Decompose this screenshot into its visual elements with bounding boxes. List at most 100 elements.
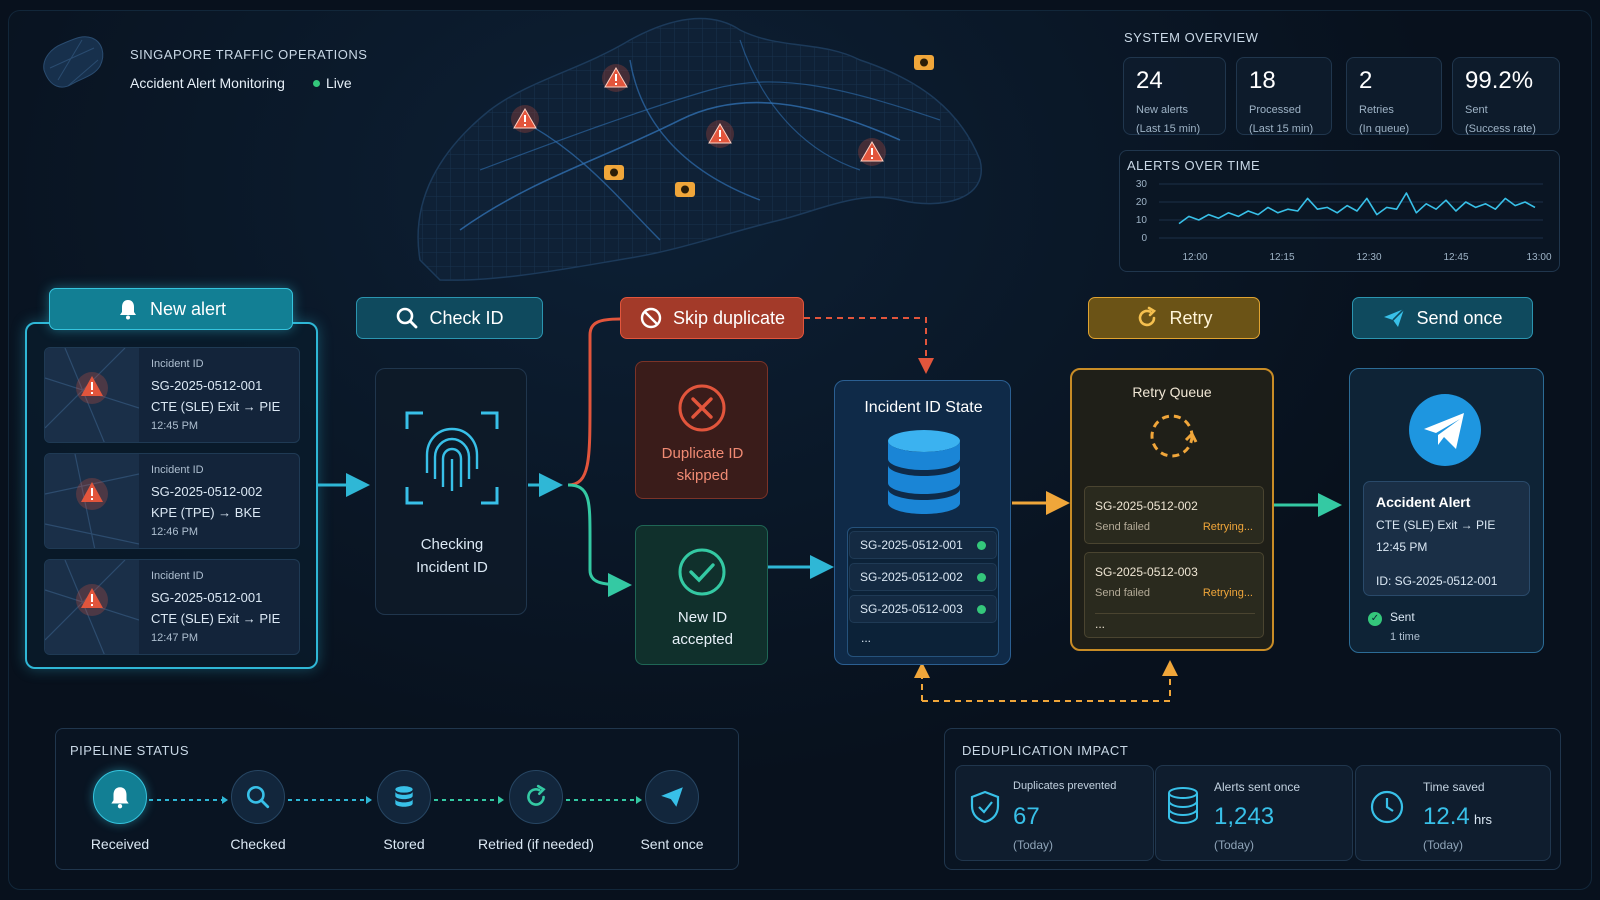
incident-thumbnail [45, 560, 140, 654]
send-once-label: Send once [1416, 307, 1503, 328]
pipeline-step-received[interactable] [93, 770, 147, 824]
stat-label: Retries [1359, 104, 1394, 116]
alerts-over-time-chart: 30 20 10 0 12:00 12:15 12:30 12:45 13:00 [1136, 179, 1552, 263]
shield-check-icon [970, 790, 1000, 824]
stat-value: 24 [1136, 67, 1163, 94]
incident-key: Incident ID [151, 358, 204, 370]
warning-icon [858, 138, 886, 166]
pipeline-step-sent[interactable] [645, 770, 699, 824]
dedup-label: Time saved [1423, 780, 1485, 794]
dedup-sent-once-card: Alerts sent once 1,243 (Today) [1155, 765, 1353, 861]
retry-button[interactable]: Retry [1088, 297, 1260, 339]
new-alert-label: New alert [149, 298, 227, 319]
dedup-value: 12.4 [1423, 803, 1470, 830]
warning-icon [706, 120, 734, 148]
state-row-1[interactable]: SG-2025-0512-001 [849, 531, 997, 559]
search-icon [246, 785, 270, 809]
system-overview-title: SYSTEM OVERVIEW [1124, 30, 1259, 45]
check-id-button[interactable]: Check ID [356, 297, 543, 339]
sent-count: 1 time [1390, 631, 1420, 643]
camera-icon [604, 165, 624, 180]
series-line [1178, 192, 1536, 225]
pipeline-step-retried[interactable] [509, 770, 563, 824]
stat-new-alerts: 24 New alerts (Last 15 min) [1123, 57, 1226, 135]
new-id-accepted-card: New ID accepted [635, 525, 768, 665]
warning-icon [45, 454, 140, 548]
stat-retries: 2 Retries (In queue) [1346, 57, 1442, 135]
fingerprint-icon [405, 411, 499, 505]
incident-thumbnail [45, 348, 140, 442]
checking-line-2: Incident ID [416, 559, 488, 576]
search-icon [397, 307, 418, 329]
pipeline-step-stored[interactable] [377, 770, 431, 824]
retry-queue-panel: Retry Queue SG-2025-0512-002 Send failed… [1070, 368, 1274, 651]
x-tick-label: 12:30 [1356, 252, 1381, 263]
map-warning-marker-4[interactable] [857, 137, 887, 167]
dedup-time-saved-card: Time saved 12.4 hrs (Today) [1355, 765, 1551, 861]
map-camera-marker-2[interactable] [603, 162, 625, 182]
accepted-line-1: New ID [677, 609, 728, 626]
status-dot-icon [977, 604, 986, 614]
accepted-text: New ID accepted [636, 607, 769, 651]
incident-id: SG-2025-0512-002 [151, 484, 263, 499]
stat-processed: 18 Processed (Last 15 min) [1236, 57, 1332, 135]
retry-item-id: SG-2025-0512-003 [1095, 565, 1198, 579]
state-row-id: SG-2025-0512-003 [860, 602, 963, 616]
message-title: Accident Alert [1376, 494, 1471, 510]
map-warning-marker-3[interactable] [705, 119, 735, 149]
stat-value: 2 [1359, 67, 1373, 94]
camera-icon [914, 55, 934, 70]
message-card[interactable]: Accident Alert CTE (SLE) Exit → PIE 12:4… [1363, 481, 1530, 596]
pipeline-step-checked[interactable] [231, 770, 285, 824]
stat-sent: 99.2% Sent (Success rate) [1452, 57, 1560, 135]
pipeline-label-retried: Retried (if needed) [478, 836, 594, 852]
refresh-icon [1139, 306, 1157, 327]
dedup-value: 1,243 [1214, 803, 1275, 830]
check-id-label: Check ID [429, 307, 504, 328]
checking-incident-panel: Checking Incident ID [375, 368, 527, 615]
live-label: Live [326, 75, 352, 91]
duplicate-text: Duplicate ID skipped [636, 443, 769, 487]
state-row-3[interactable]: SG-2025-0512-003 [849, 595, 997, 623]
singapore-map [417, 17, 983, 281]
incident-state-title: Incident ID State [864, 399, 983, 416]
send-once-button[interactable]: Send once [1352, 297, 1533, 339]
clock-icon [1370, 790, 1404, 824]
bell-icon [119, 300, 136, 320]
retry-item-1[interactable]: SG-2025-0512-002 Send failed Retrying... [1084, 486, 1264, 544]
pipeline-label-checked: Checked [230, 836, 286, 852]
header-title: SINGAPORE TRAFFIC OPERATIONS [130, 47, 368, 62]
y-tick-label: 10 [1136, 215, 1148, 226]
state-row-2[interactable]: SG-2025-0512-002 [849, 563, 997, 591]
incident-route: CTE (SLE) Exit → PIE [151, 611, 281, 626]
map-camera-marker-3[interactable] [674, 179, 696, 199]
warning-icon [511, 105, 539, 133]
retry-item-status: Send failed [1095, 587, 1151, 599]
retry-item-id: SG-2025-0512-002 [1095, 499, 1198, 513]
map-warning-marker-1[interactable] [510, 104, 540, 134]
incident-card-1[interactable]: Incident ID SG-2025-0512-001 CTE (SLE) E… [44, 347, 300, 443]
x-tick-label: 13:00 [1526, 252, 1551, 263]
incident-card-2[interactable]: Incident ID SG-2025-0512-002 KPE (TPE) →… [44, 453, 300, 549]
dedup-label: Duplicates prevented [1013, 780, 1117, 792]
duplicate-line-1: Duplicate ID [661, 445, 744, 462]
retry-queue-title: Retry Queue [1132, 384, 1212, 400]
dedup-value: 67 [1013, 803, 1040, 830]
map-camera-marker-1[interactable] [913, 52, 935, 72]
retry-more: ... [1095, 617, 1106, 631]
incident-card-3[interactable]: Incident ID SG-2025-0512-001 CTE (SLE) E… [44, 559, 300, 655]
telegram-icon [1409, 394, 1481, 466]
retry-item-2[interactable]: SG-2025-0512-003 Send failed Retrying...… [1084, 552, 1264, 638]
alerts-over-time-title: ALERTS OVER TIME [1127, 158, 1261, 173]
dedup-sub: (Today) [1423, 838, 1464, 852]
message-route: CTE (SLE) Exit → PIE [1376, 518, 1496, 532]
incident-route: KPE (TPE) → BKE [151, 505, 261, 520]
skip-duplicate-button[interactable]: Skip duplicate [620, 297, 804, 339]
new-alert-button[interactable]: New alert [49, 288, 293, 330]
incident-id: SG-2025-0512-001 [151, 378, 263, 393]
state-row-id: SG-2025-0512-002 [860, 570, 963, 584]
y-tick-label: 30 [1136, 179, 1148, 190]
state-more: ... [861, 631, 872, 645]
stat-sub: (Last 15 min) [1249, 123, 1314, 135]
map-warning-marker-2[interactable] [601, 63, 631, 93]
